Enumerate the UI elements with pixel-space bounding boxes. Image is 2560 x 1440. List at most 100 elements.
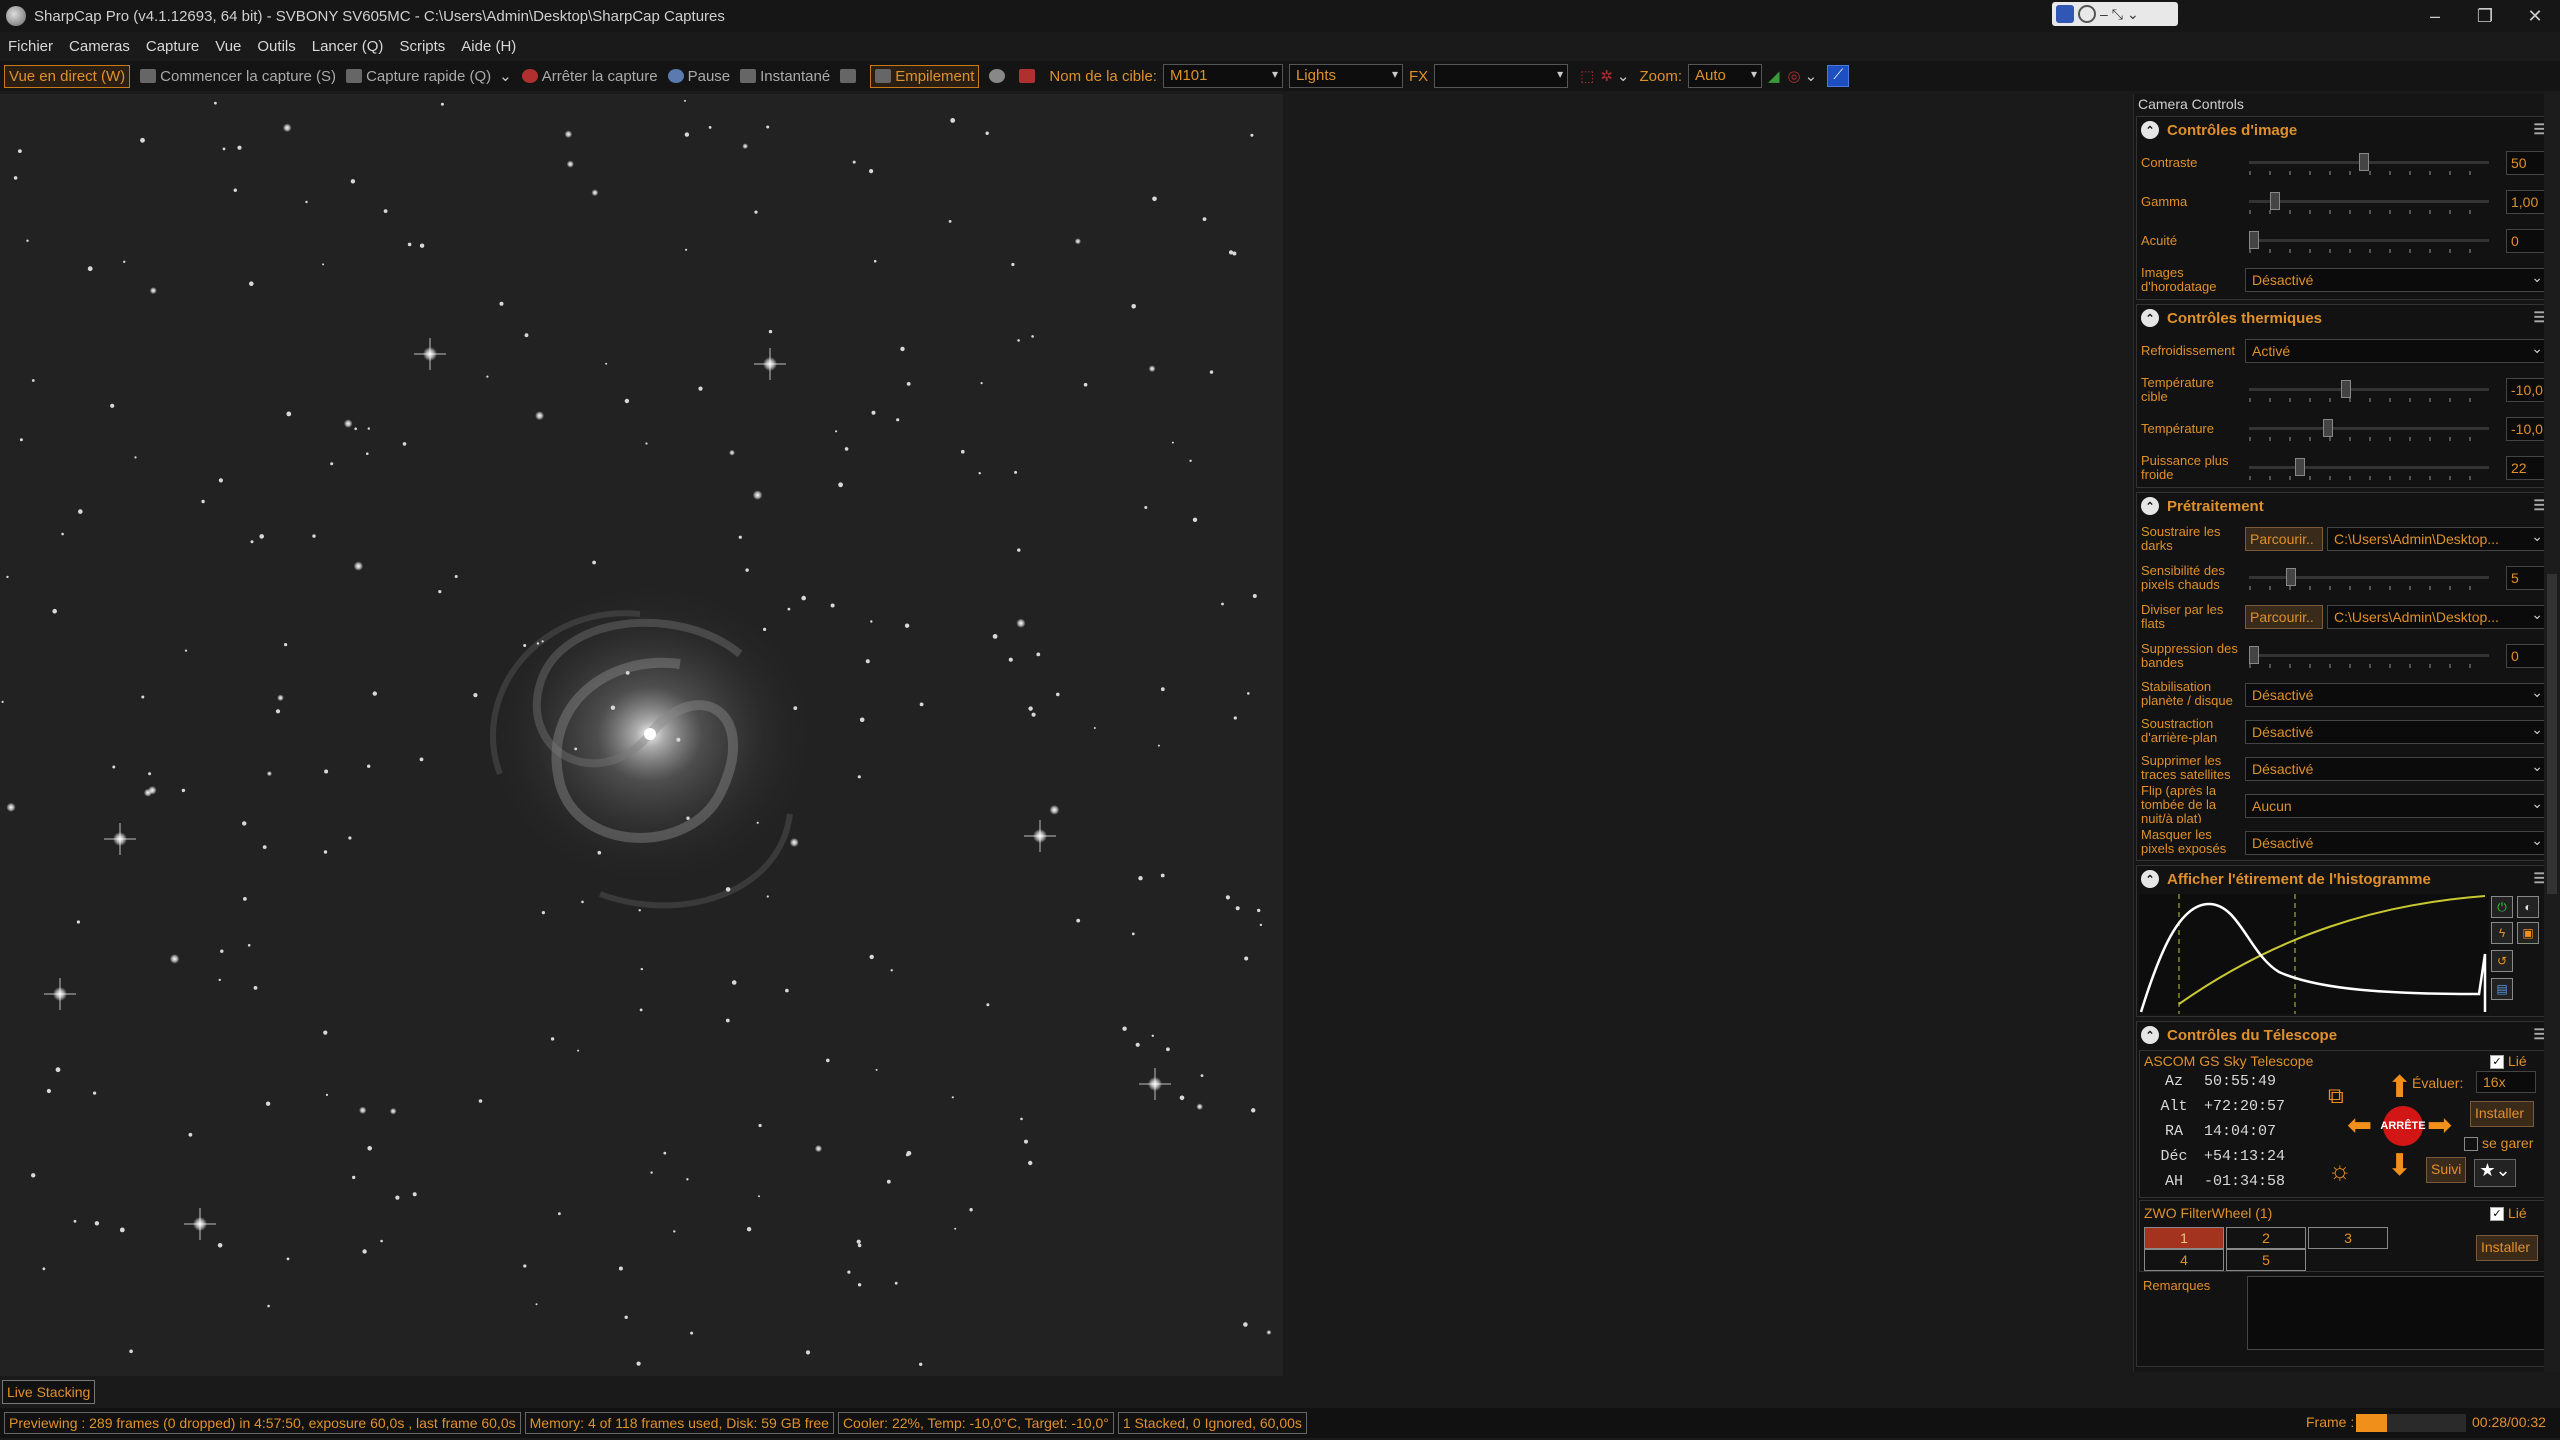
record-button[interactable] [1019,69,1039,83]
screen-icon[interactable] [2056,5,2074,23]
cooling-select[interactable]: Activé [2245,339,2550,363]
filter-slot-2[interactable]: 2 [2226,1227,2306,1249]
fx-select[interactable] [1434,64,1569,88]
collapse-icon[interactable]: ⌃ [2141,870,2159,888]
target-name-input[interactable]: M101 [1162,64,1283,88]
menu-vue[interactable]: Vue [215,38,241,55]
stacking-button[interactable]: Empilement [870,64,980,88]
stop-slew-button[interactable]: ARRÊTE [2380,1106,2426,1146]
slider-thumb[interactable] [2285,568,2296,586]
bolt-icon[interactable]: ϟ [2491,922,2513,944]
live-view-button[interactable]: Vue en direct (W) [4,64,131,88]
globe-icon[interactable] [2078,5,2096,23]
chevron-down-icon[interactable]: ⌄ [2127,6,2139,23]
slider-thumb[interactable] [2269,192,2280,210]
histogram-icon[interactable]: ◢ [1768,67,1780,85]
hot-pixel-slider[interactable] [2249,568,2489,590]
live-stacking-tab[interactable]: Live Stacking [2,1380,96,1404]
filter-slot-1[interactable]: 1 [2144,1227,2224,1249]
collapse-icon[interactable]: ⌃ [2141,1026,2159,1044]
stop-capture-button[interactable]: Arrêter la capture [521,68,658,85]
background-select[interactable]: Désactivé [2245,720,2550,744]
slider-thumb[interactable] [2249,231,2259,249]
panel-scrollbar[interactable] [2544,94,2560,1372]
flip-select[interactable]: Aucun [2245,794,2550,818]
timestamp-select[interactable]: Désactivé [2245,268,2550,292]
collapse-icon[interactable]: ⌃ [2141,497,2159,515]
focus-icon[interactable]: ◎ [1788,67,1801,85]
close-button[interactable]: ✕ [2510,0,2560,32]
minimize-button[interactable]: – [2410,0,2460,32]
image-viewport[interactable] [0,94,1283,1376]
start-capture-button[interactable]: Commencer la capture (S) [140,68,336,85]
slider-thumb[interactable] [2359,153,2370,171]
monitor-button[interactable] [840,69,860,83]
track-button[interactable]: Suivi [2426,1157,2466,1183]
title-tools[interactable]: – ⤡ ⌄ [2052,2,2178,26]
arrow-right-icon[interactable]: ➡ [2427,1111,2452,1141]
filterwheel-setup-button[interactable]: Installer [2476,1235,2538,1261]
histogram-area[interactable]: ⏻ ◐ ϟ ▣ ↺ ▤ [2139,894,2552,1014]
menu-capture[interactable]: Capture [146,38,199,55]
goto-icon[interactable]: ⧉ [2328,1081,2344,1111]
lock-icon[interactable]: ▣ [2517,922,2539,944]
menu-lancer[interactable]: Lancer (Q) [312,38,384,55]
frame-type-select[interactable]: Lights [1288,64,1403,88]
menu-outils[interactable]: Outils [257,38,295,55]
arrow-left-icon[interactable]: ⬅ [2347,1111,2372,1141]
maximize-button[interactable]: ❐ [2460,0,2510,32]
resize-icon[interactable]: ⤡ [2112,6,2123,23]
preprocessing-header[interactable]: ⌃ Prétraitement ☰ [2137,493,2554,519]
collapse-icon[interactable]: ⌃ [2141,309,2159,327]
slider-thumb[interactable] [2341,380,2351,398]
browse-darks-button[interactable]: Parcourir.. [2245,527,2323,551]
contrast-slider[interactable] [2249,153,2489,175]
chevron-down-icon[interactable]: ⌄ [499,67,512,85]
reticle-button[interactable] [989,69,1009,83]
satellite-select[interactable]: Désactivé [2245,757,2550,781]
telescope-header[interactable]: ⌃ Contrôles du Télescope ☰ [2137,1022,2554,1048]
star-align-button[interactable]: ★⌄ [2474,1159,2516,1187]
histogram-graph[interactable] [2139,894,2489,1014]
filter-slot-5[interactable]: 5 [2226,1249,2306,1271]
darks-path-select[interactable]: C:\Users\Admin\Desktop... [2327,527,2550,551]
filterwheel-linked-checkbox[interactable]: ✓ [2490,1207,2504,1221]
browse-flats-button[interactable]: Parcourir.. [2245,605,2323,629]
dash-icon[interactable]: – [2100,6,2108,22]
notes-textarea[interactable] [2247,1276,2548,1350]
menu-aide[interactable]: Aide (H) [461,38,516,55]
menu-fichier[interactable]: Fichier [8,38,53,55]
thermal-controls-header[interactable]: ⌃ Contrôles thermiques ☰ [2137,305,2554,331]
banding-slider[interactable] [2249,646,2489,668]
rate-select[interactable]: 16x [2476,1071,2536,1093]
zoom-select[interactable]: Auto [1688,64,1762,88]
gamma-slider[interactable] [2249,192,2489,214]
telescope-icon[interactable]: ⟋ [1827,65,1850,87]
telescope-setup-button[interactable]: Installer [2470,1101,2534,1127]
filter-slot-3[interactable]: 3 [2308,1227,2388,1249]
contrast-icon[interactable]: ◐ [2517,896,2539,918]
arrow-up-icon[interactable]: ⬆ [2387,1073,2412,1103]
reset-icon[interactable]: ↺ [2491,950,2513,972]
flats-path-select[interactable]: C:\Users\Admin\Desktop... [2327,605,2550,629]
chevron-down-icon[interactable]: ⌄ [1805,67,1818,85]
power-icon[interactable]: ⏻ [2491,896,2513,918]
histogram-header[interactable]: ⌃ Afficher l'étirement de l'histogramme ☰ [2137,866,2554,892]
menu-cameras[interactable]: Cameras [69,38,130,55]
scrollbar-thumb[interactable] [2547,574,2557,894]
park-checkbox[interactable] [2464,1137,2478,1151]
slider-thumb[interactable] [2249,646,2259,664]
arrow-down-icon[interactable]: ⬇ [2387,1151,2412,1181]
save-icon[interactable]: ▤ [2491,978,2513,1000]
pause-button[interactable]: Pause [667,68,730,85]
stabilization-select[interactable]: Désactivé [2245,683,2550,707]
filter-slot-4[interactable]: 4 [2144,1249,2224,1271]
sun-icon[interactable]: ☼ [2328,1155,2352,1185]
target-temp-slider[interactable] [2249,380,2489,402]
selection-icon[interactable]: ⬚ [1580,67,1594,85]
chevron-down-icon[interactable]: ⌄ [1617,67,1630,85]
mask-select[interactable]: Désactivé [2245,831,2550,855]
snapshot-button[interactable]: Instantané [740,68,830,85]
collapse-icon[interactable]: ⌃ [2141,121,2159,139]
sharpness-slider[interactable] [2249,231,2489,253]
